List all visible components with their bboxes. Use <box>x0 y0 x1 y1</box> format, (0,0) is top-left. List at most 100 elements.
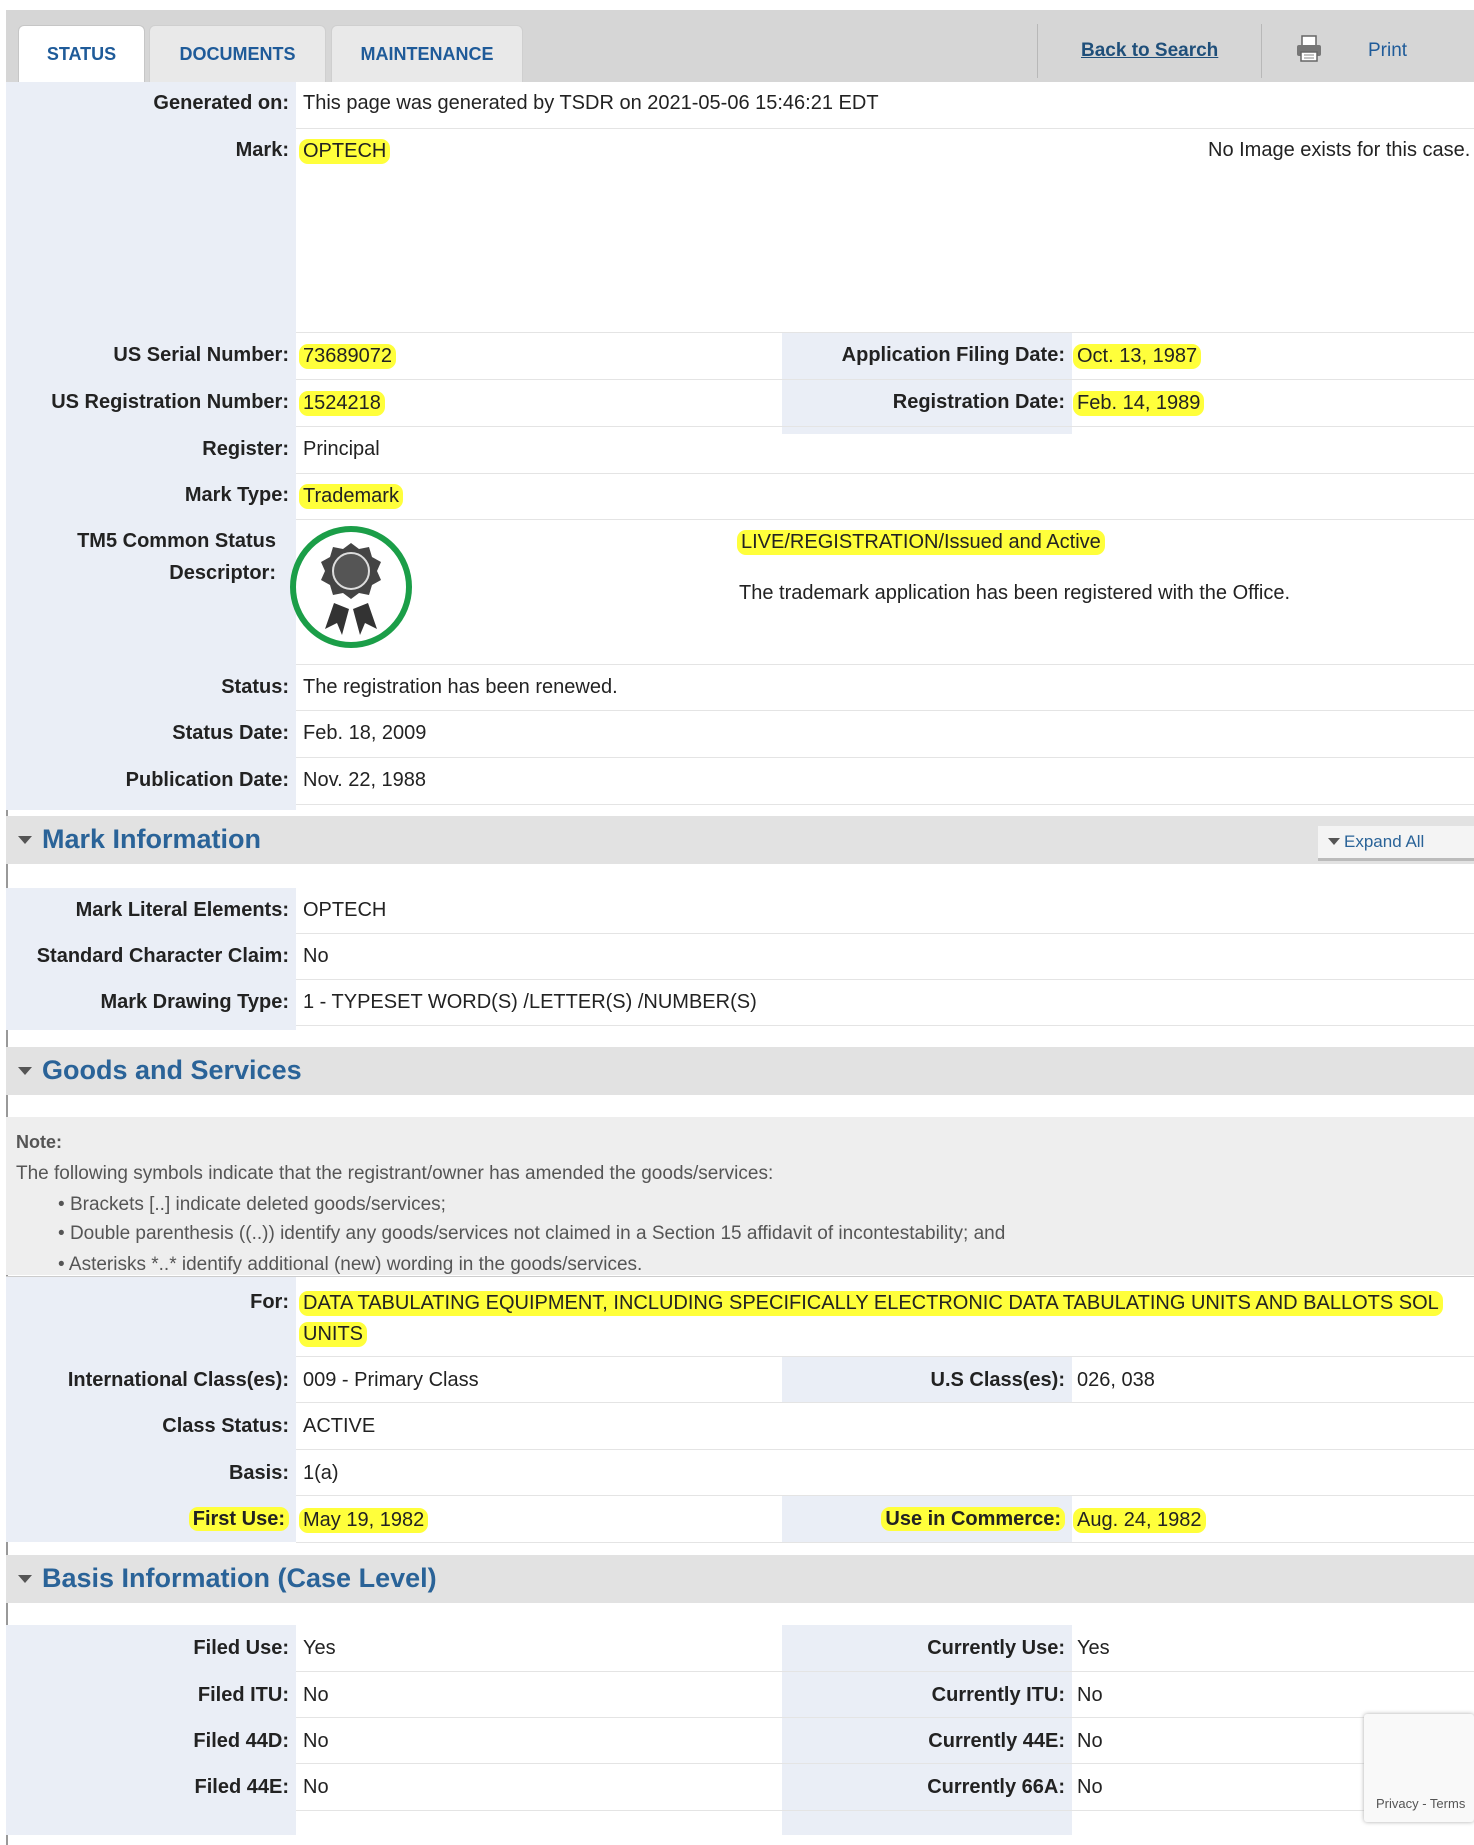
row-divider <box>296 979 1474 980</box>
currently-use-value: Yes <box>1077 1637 1110 1659</box>
no-image-text: No Image exists for this case. <box>1208 139 1471 161</box>
literal-label: Mark Literal Elements: <box>75 899 289 921</box>
tm5-label-line1: TM5 Common Status <box>77 530 276 552</box>
standard-char-label: Standard Character Claim: <box>36 945 289 967</box>
for-value-line1: DATA TABULATING EQUIPMENT, INCLUDING SPE… <box>299 1291 1443 1316</box>
for-value-line2: UNITS <box>299 1322 367 1347</box>
intl-class-value: 009 - Primary Class <box>303 1369 479 1391</box>
currently-use-label: Currently Use: <box>927 1637 1065 1659</box>
tab-maintenance[interactable]: MAINTENANCE <box>331 25 523 82</box>
generated-label: Generated on: <box>153 92 289 114</box>
tab-documents[interactable]: DOCUMENTS <box>149 25 326 82</box>
mark-type-value: Trademark <box>299 484 403 509</box>
row-divider <box>296 664 1474 665</box>
label-column-bg <box>6 1277 296 1542</box>
us-class-value: 026, 038 <box>1077 1369 1155 1391</box>
print-link[interactable]: Print <box>1368 40 1407 62</box>
filing-date-label: Application Filing Date: <box>841 344 1065 366</box>
reg-date-label: Registration Date: <box>892 391 1065 413</box>
toolbar-divider <box>1037 24 1038 78</box>
note-intro: The following symbols indicate that the … <box>16 1163 774 1184</box>
for-label: For: <box>250 1291 289 1313</box>
printer-icon[interactable] <box>1294 34 1324 64</box>
first-use-label: First Use: <box>188 1507 289 1531</box>
register-value: Principal <box>303 438 380 460</box>
section-title: Mark Information <box>42 824 262 854</box>
use-in-commerce-label: Use in Commerce: <box>881 1507 1065 1531</box>
expand-all-button[interactable]: Expand All <box>1318 826 1474 861</box>
reg-number-label: US Registration Number: <box>51 391 289 413</box>
filed-use-value: Yes <box>303 1637 336 1659</box>
row-divider <box>296 757 1474 758</box>
row-divider <box>296 1542 1474 1543</box>
note-title: Note: <box>16 1132 62 1152</box>
us-class-label: U.S Class(es): <box>930 1369 1066 1391</box>
filing-date-value: Oct. 13, 1987 <box>1073 344 1202 369</box>
currently-itu-label: Currently ITU: <box>931 1684 1065 1706</box>
currently-itu-value: No <box>1077 1684 1103 1706</box>
row-divider <box>296 1356 1474 1357</box>
row-divider <box>296 379 1474 380</box>
filed-44e-value: No <box>303 1776 329 1798</box>
filed-44d-label: Filed 44D: <box>193 1730 289 1752</box>
currently-66a-value: No <box>1077 1776 1103 1798</box>
basis-value: 1(a) <box>303 1462 339 1484</box>
mark-information-header[interactable]: Mark Information Expand All <box>6 816 1474 864</box>
back-to-search-link[interactable]: Back to Search <box>1081 40 1218 62</box>
first-use-value: May 19, 1982 <box>299 1508 429 1533</box>
row-divider <box>296 1717 1474 1718</box>
bullet-text: Brackets [..] indicate deleted goods/ser… <box>69 1194 446 1215</box>
goods-note: Note: The following symbols indicate tha… <box>6 1117 1474 1275</box>
filed-44e-label: Filed 44E: <box>194 1776 289 1798</box>
expand-all-label: Expand All <box>1344 832 1425 851</box>
row-divider <box>296 1810 1474 1811</box>
recaptcha-badge[interactable]: Privacy - Terms <box>1364 1714 1474 1822</box>
tm5-status-value: LIVE/REGISTRATION/Issued and Active <box>737 530 1105 555</box>
status-date-value: Feb. 18, 2009 <box>303 722 427 744</box>
toolbar-divider <box>1261 24 1262 78</box>
reg-date-value: Feb. 14, 1989 <box>1073 391 1205 416</box>
class-status-value: ACTIVE <box>303 1415 376 1437</box>
generated-value: This page was generated by TSDR on 2021-… <box>303 92 879 114</box>
collapse-triangle-icon[interactable] <box>18 836 32 844</box>
registered-badge-icon <box>290 526 412 648</box>
row-divider <box>296 1402 1474 1403</box>
note-bullet: • Brackets [..] indicate deleted goods/s… <box>58 1194 446 1215</box>
row-divider <box>296 519 1474 520</box>
standard-char-value: No <box>303 945 329 967</box>
bullet-text: Asterisks *..* identify additional (new)… <box>68 1254 643 1275</box>
row-divider <box>296 1763 1474 1764</box>
literal-value: OPTECH <box>303 899 387 921</box>
basis-information-header[interactable]: Basis Information (Case Level) <box>6 1555 1474 1603</box>
filed-itu-label: Filed ITU: <box>197 1684 289 1706</box>
tab-status[interactable]: STATUS <box>18 25 145 82</box>
tsdr-page: STATUS DOCUMENTS MAINTENANCE Back to Sea… <box>6 10 1474 1845</box>
expand-triangle-icon <box>1328 838 1340 845</box>
collapse-triangle-icon[interactable] <box>18 1575 32 1583</box>
intl-class-label: International Class(es): <box>67 1369 289 1391</box>
filed-itu-value: No <box>303 1684 329 1706</box>
basis-label: Basis: <box>228 1462 289 1484</box>
serial-label: US Serial Number: <box>113 344 289 366</box>
row-divider <box>296 1449 1474 1450</box>
section-title: Basis Information (Case Level) <box>42 1563 437 1593</box>
recaptcha-footer-links[interactable]: Privacy - Terms <box>1376 1796 1465 1811</box>
use-in-commerce-value: Aug. 24, 1982 <box>1073 1508 1206 1533</box>
row-divider <box>296 933 1474 934</box>
mark-value: OPTECH <box>299 139 391 164</box>
commerce-label-wrap: Use in Commerce: <box>782 1507 1065 1531</box>
collapse-triangle-icon[interactable] <box>18 1067 32 1075</box>
drawing-type-value: 1 - TYPESET WORD(S) /LETTER(S) /NUMBER(S… <box>303 991 757 1013</box>
filed-use-label: Filed Use: <box>193 1637 289 1659</box>
currently-44e-label: Currently 44E: <box>928 1730 1065 1752</box>
tab-bar: STATUS DOCUMENTS MAINTENANCE Back to Sea… <box>6 10 1474 82</box>
currently-44e-value: No <box>1077 1730 1103 1752</box>
publication-date-label: Publication Date: <box>125 769 289 791</box>
row-divider <box>296 1495 1474 1496</box>
goods-services-header[interactable]: Goods and Services <box>6 1047 1474 1095</box>
generated-row: Generated on: This page was generated by… <box>6 92 1474 132</box>
tm5-label-line2: Descriptor: <box>169 562 276 584</box>
row-divider <box>296 426 1474 427</box>
reg-number-value: 1524218 <box>299 391 385 416</box>
row-divider <box>296 710 1474 711</box>
